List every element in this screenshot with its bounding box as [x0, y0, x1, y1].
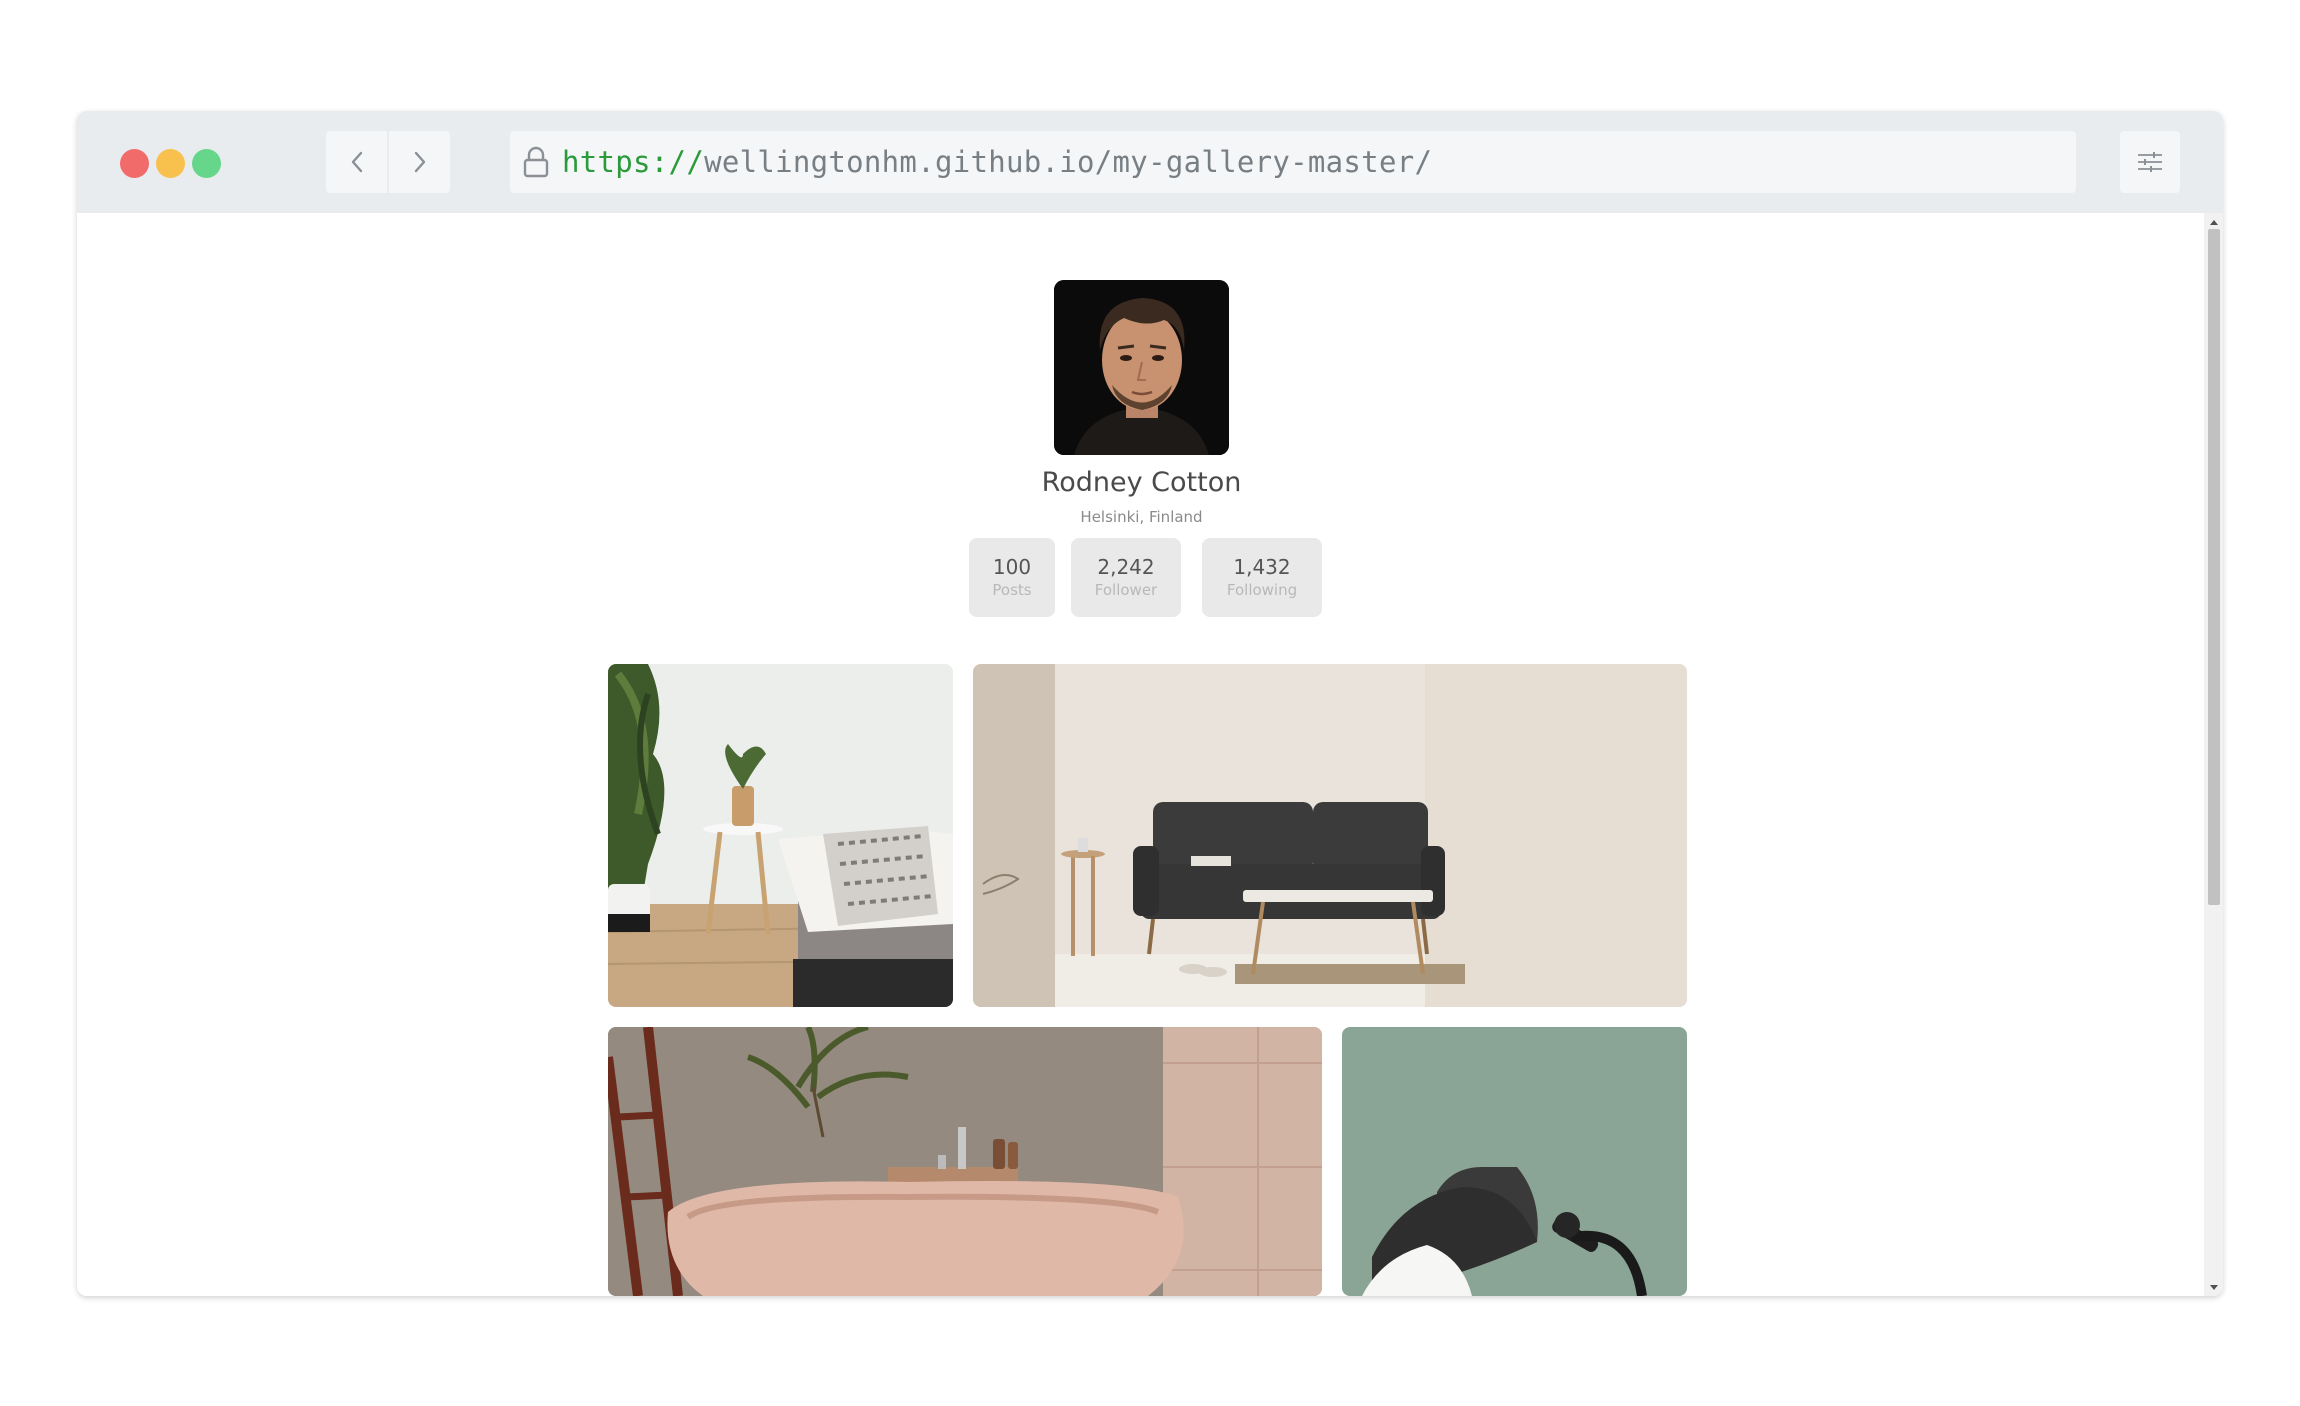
settings-button[interactable]: [2120, 131, 2180, 193]
back-icon: [351, 151, 362, 173]
gallery-photo-bedroom[interactable]: [608, 664, 953, 1007]
navigation-buttons: [326, 131, 450, 193]
address-bar[interactable]: https://wellingtonhm.github.io/my-galler…: [510, 131, 2076, 193]
stat-posts-label: Posts: [992, 581, 1032, 599]
url-host: wellingtonhm.github.io/my-gallery-master…: [704, 145, 1433, 179]
lock-icon: [522, 145, 550, 179]
scroll-down-button[interactable]: [2204, 1280, 2223, 1294]
gallery-photo-lamp[interactable]: [1342, 1027, 1687, 1296]
forward-icon: [414, 151, 425, 173]
url-protocol: https://: [562, 145, 705, 179]
forward-button[interactable]: [389, 131, 450, 193]
scroll-down-icon: [2209, 1284, 2218, 1290]
gallery-photo-living-room[interactable]: [973, 664, 1687, 1007]
url-text: https://wellingtonhm.github.io/my-galler…: [562, 145, 1432, 179]
profile-location: Helsinki, Finland: [1080, 508, 1203, 526]
minimize-window-button[interactable]: [156, 149, 185, 178]
scroll-up-button[interactable]: [2204, 215, 2223, 229]
stat-posts-value: 100: [992, 555, 1032, 579]
stat-follower-value: 2,242: [1097, 555, 1155, 579]
stat-following-label: Following: [1226, 581, 1298, 599]
browser-window: https://wellingtonhm.github.io/my-galler…: [77, 111, 2223, 1296]
browser-toolbar: https://wellingtonhm.github.io/my-galler…: [77, 111, 2223, 213]
stat-posts[interactable]: 100 Posts: [969, 538, 1055, 617]
maximize-window-button[interactable]: [192, 149, 221, 178]
settings-sliders-icon: [2138, 152, 2162, 172]
scrollbar-thumb[interactable]: [2208, 229, 2220, 905]
scroll-up-icon: [2209, 219, 2218, 225]
page-scrollbar[interactable]: [2204, 213, 2223, 1296]
gallery-photo-bathroom[interactable]: [608, 1027, 1322, 1296]
stat-following-value: 1,432: [1233, 555, 1291, 579]
stat-following[interactable]: 1,432 Following: [1202, 538, 1322, 617]
profile-name: Rodney Cotton: [1041, 467, 1242, 498]
stat-follower-label: Follower: [1094, 581, 1158, 599]
back-button[interactable]: [326, 131, 387, 193]
close-window-button[interactable]: [120, 149, 149, 178]
stat-follower[interactable]: 2,242 Follower: [1071, 538, 1181, 617]
profile-avatar: [1054, 280, 1229, 455]
page-viewport[interactable]: Rodney Cotton Helsinki, Finland 100 Post…: [77, 213, 2223, 1296]
